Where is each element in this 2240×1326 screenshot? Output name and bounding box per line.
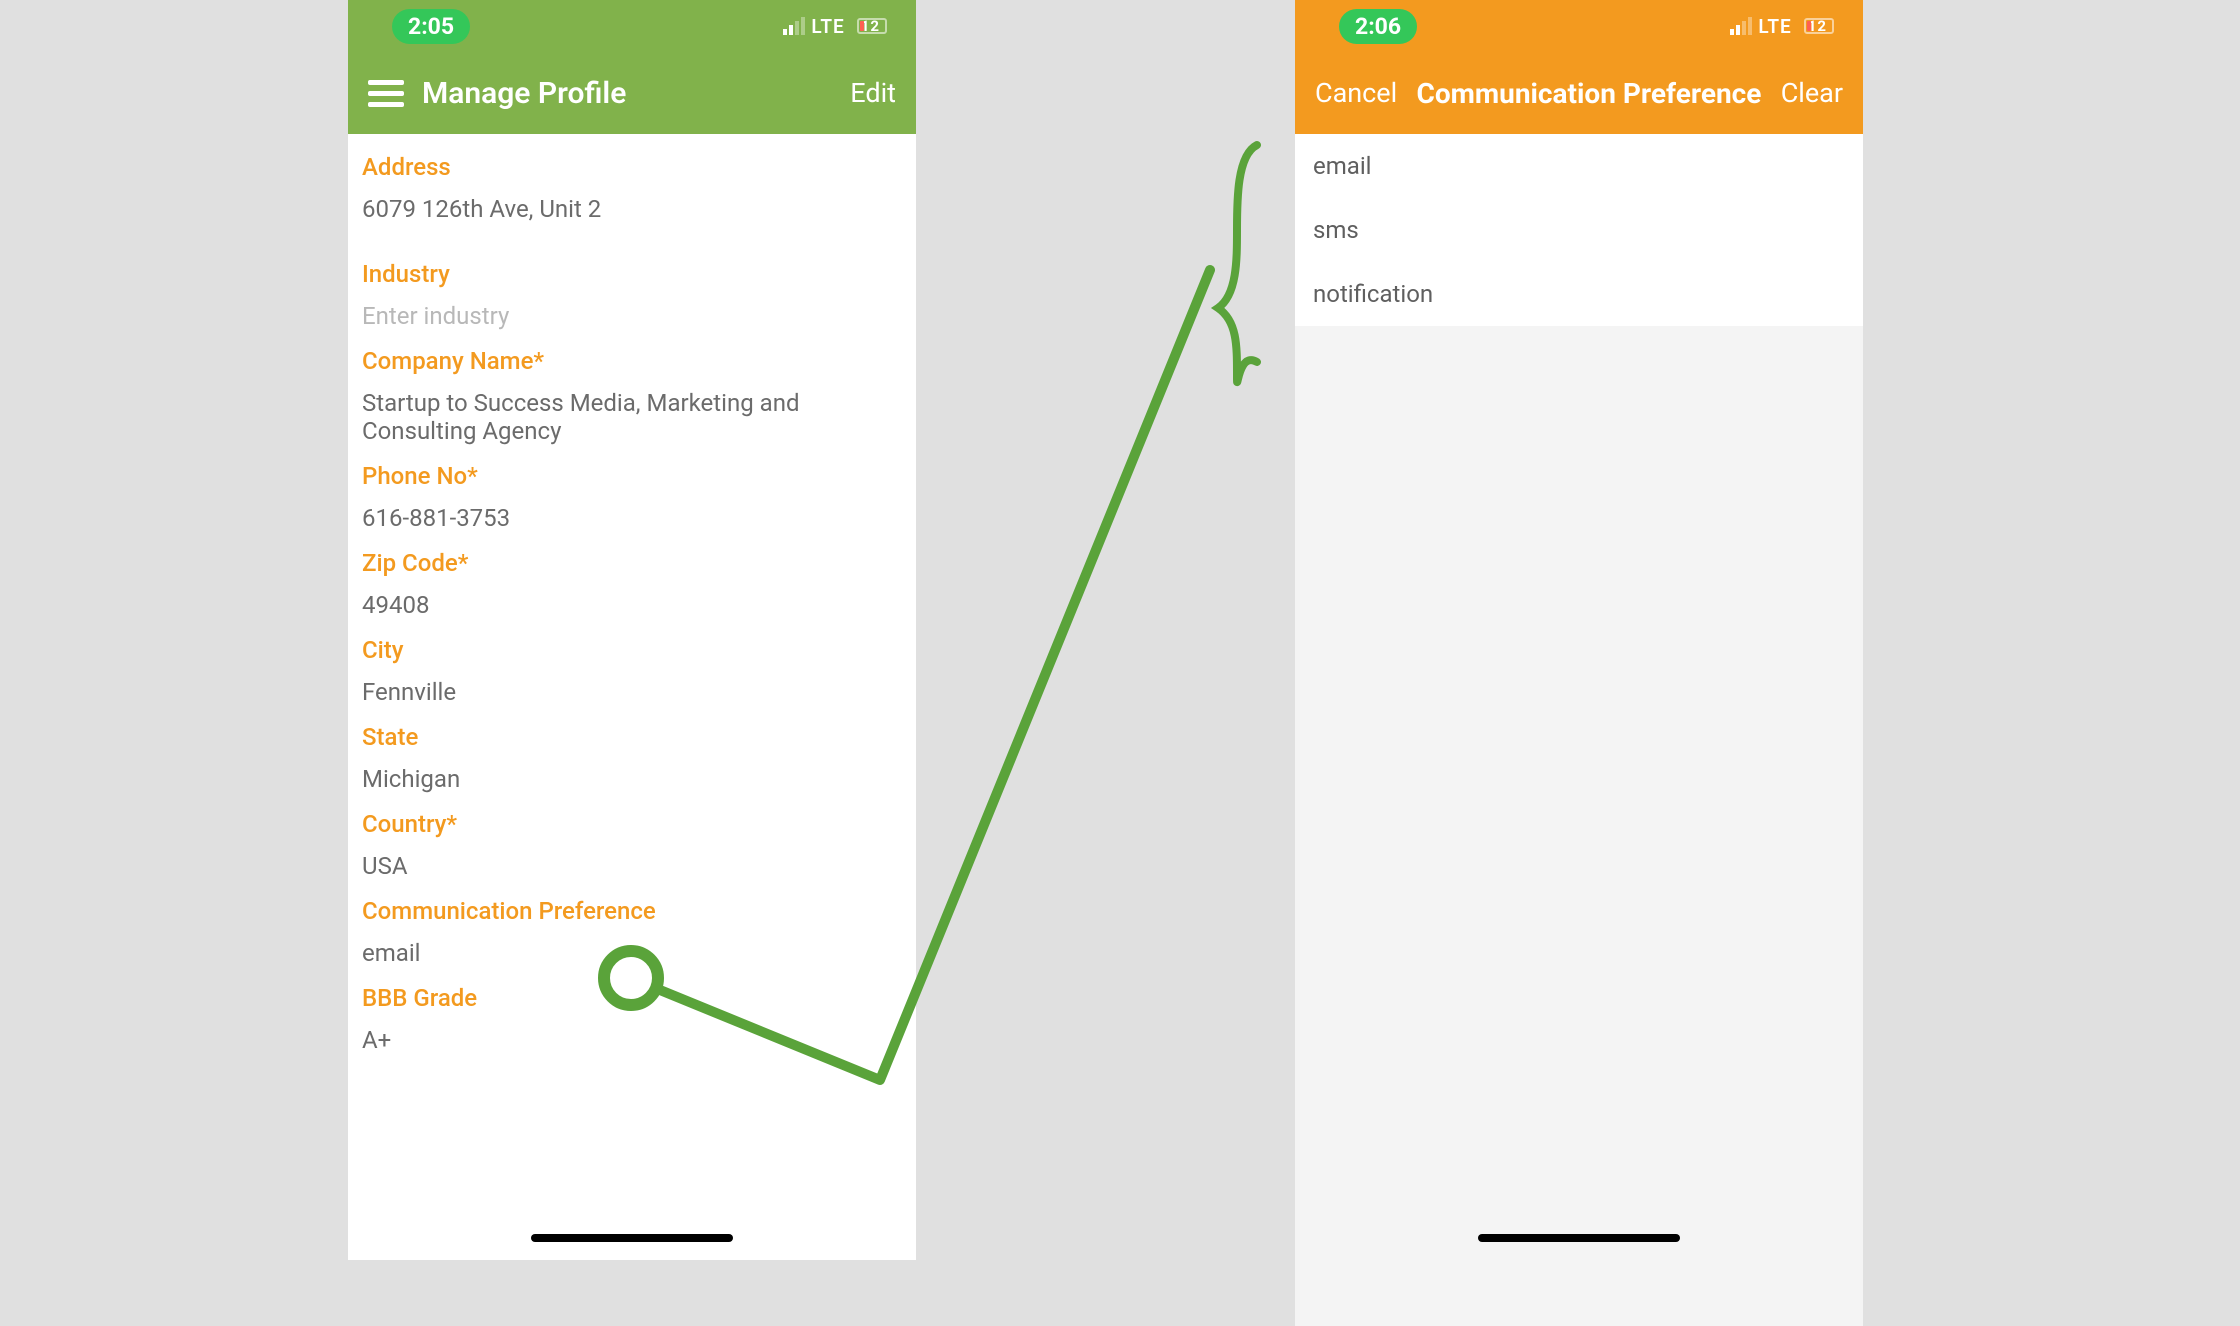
options-list: email sms notification	[1295, 134, 1863, 1326]
field-label: Zip Code*	[362, 549, 902, 577]
signal-icon	[1730, 17, 1752, 35]
field-label: City	[362, 636, 902, 664]
battery-icon: 12	[851, 17, 880, 35]
field-company[interactable]: Company Name* Startup to Success Media, …	[348, 338, 916, 453]
option-notification[interactable]: notification	[1295, 262, 1863, 326]
field-industry[interactable]: Industry Enter industry	[348, 251, 916, 338]
option-sms[interactable]: sms	[1295, 198, 1863, 262]
network-label: LTE	[1758, 15, 1791, 38]
home-indicator[interactable]	[531, 1234, 733, 1242]
field-phone[interactable]: Phone No* 616-881-3753	[348, 453, 916, 540]
field-country[interactable]: Country* USA	[348, 801, 916, 888]
profile-fields: Address 6079 126th Ave, Unit 2 Industry …	[348, 134, 916, 1062]
field-zip[interactable]: Zip Code* 49408	[348, 540, 916, 627]
field-value: 6079 126th Ave, Unit 2	[362, 195, 902, 223]
field-value: 49408	[362, 591, 902, 619]
annotation-brace-icon	[1218, 145, 1257, 382]
options-empty-area	[1295, 326, 1863, 1326]
field-commpref[interactable]: Communication Preference email	[348, 888, 916, 975]
status-icons: LTE 12	[1730, 15, 1827, 38]
phone-screenshot-commpref: 2:06 LTE 12 Cancel Communication Prefere…	[1295, 0, 1863, 1260]
field-value: Fennville	[362, 678, 902, 706]
status-time-pill: 2:06	[1339, 9, 1417, 44]
signal-icon	[783, 17, 805, 35]
field-label: Company Name*	[362, 347, 902, 375]
network-label: LTE	[811, 15, 844, 38]
field-value: email	[362, 939, 902, 967]
field-value: Startup to Success Media, Marketing and …	[362, 389, 902, 445]
field-label: BBB Grade	[362, 984, 902, 1012]
field-state[interactable]: State Michigan	[348, 714, 916, 801]
field-value: Michigan	[362, 765, 902, 793]
option-email[interactable]: email	[1295, 134, 1863, 198]
field-label: State	[362, 723, 902, 751]
field-placeholder: Enter industry	[362, 302, 902, 330]
field-label: Country*	[362, 810, 902, 838]
status-time-pill: 2:05	[392, 9, 470, 44]
field-value: 616-881-3753	[362, 504, 902, 532]
field-bbb[interactable]: BBB Grade A+	[348, 975, 916, 1062]
navbar: Cancel Communication Preference Clear	[1295, 52, 1863, 134]
edit-button[interactable]: Edit	[850, 77, 896, 109]
cancel-button[interactable]: Cancel	[1315, 77, 1397, 109]
field-address[interactable]: Address 6079 126th Ave, Unit 2	[348, 144, 916, 231]
menu-icon[interactable]	[368, 80, 404, 107]
navbar: Manage Profile Edit	[348, 52, 916, 134]
field-value: A+	[362, 1026, 902, 1054]
status-bar: 2:06 LTE 12	[1295, 0, 1863, 52]
clear-button[interactable]: Clear	[1781, 77, 1843, 109]
page-title: Manage Profile	[422, 76, 850, 111]
phone-screenshot-profile: 2:05 LTE 12 Manage Profile Edit Address …	[348, 0, 916, 1260]
status-icons: LTE 12	[783, 15, 880, 38]
battery-icon: 12	[1798, 17, 1827, 35]
status-bar: 2:05 LTE 12	[348, 0, 916, 52]
field-label: Communication Preference	[362, 897, 902, 925]
field-label: Address	[362, 153, 902, 181]
field-label: Phone No*	[362, 462, 902, 490]
annotation-overlay	[0, 0, 2240, 1260]
page-title: Communication Preference	[1417, 77, 1762, 110]
field-label: Industry	[362, 260, 902, 288]
field-city[interactable]: City Fennville	[348, 627, 916, 714]
home-indicator[interactable]	[1478, 1234, 1680, 1242]
field-value: USA	[362, 852, 902, 880]
